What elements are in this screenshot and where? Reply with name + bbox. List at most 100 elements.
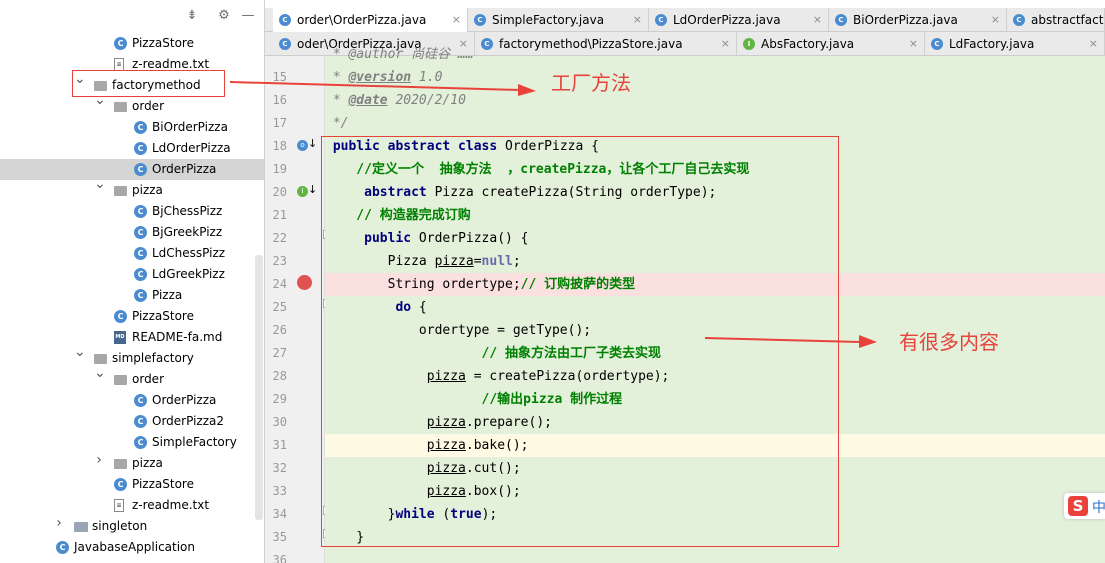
- tree-item-ldgreekpizz[interactable]: C LdGreekPizz: [0, 264, 264, 285]
- line-number: 32: [272, 461, 287, 475]
- tree-item-label: OrderPizza: [152, 162, 217, 176]
- tree-item-javabaseapplication[interactable]: C JavabaseApplication: [0, 537, 264, 558]
- tree-item-pizzastore[interactable]: C PizzaStore: [0, 306, 264, 327]
- tab-row-1: Corder\OrderPizza.java × C SimpleFactory.ja…: [265, 8, 1105, 32]
- override-marker-icon[interactable]: o ↓: [297, 138, 317, 151]
- tree-item-label: README-fa.md: [132, 330, 223, 344]
- close-icon[interactable]: ×: [991, 8, 1000, 32]
- tree-item-label: BjChessPizz: [152, 204, 223, 218]
- line-number: 29: [272, 392, 287, 406]
- tree-item-label: singleton: [92, 519, 148, 533]
- code-line-14: * @author 尚硅谷 ……: [325, 43, 1105, 66]
- arrow-annotation-icon: [705, 335, 877, 348]
- class-icon: C: [279, 38, 291, 50]
- tree-item-label: OrderPizza2: [152, 414, 224, 428]
- tree-item-label: PizzaStore: [132, 309, 194, 323]
- tree-item-simplefactory[interactable]: ⌄ simplefactory: [0, 345, 264, 369]
- class-icon: C: [134, 247, 147, 260]
- class-icon: C: [114, 37, 127, 50]
- class-icon: C: [134, 226, 147, 239]
- tree-item-orderpizza[interactable]: C OrderPizza: [0, 390, 264, 411]
- line-number: 18: [272, 139, 287, 153]
- class-icon: C: [134, 289, 147, 302]
- tree-item-biorderpizza[interactable]: C BiOrderPizza: [0, 117, 264, 138]
- close-icon[interactable]: ×: [813, 8, 822, 32]
- text-file-icon: ≡: [114, 499, 124, 512]
- class-icon: C: [835, 14, 847, 26]
- class-icon: C: [134, 163, 147, 176]
- chevron-down-icon[interactable]: ⌄: [94, 177, 106, 191]
- line-number: 25: [272, 300, 287, 314]
- javadoc-end: */: [325, 116, 349, 131]
- ime-toolbar[interactable]: S 中: [1064, 493, 1105, 519]
- tree-item-label: order: [132, 99, 164, 113]
- tree-item-ldorderpizza[interactable]: C LdOrderPizza: [0, 138, 264, 159]
- line-number: 28: [272, 369, 287, 383]
- chevron-right-icon[interactable]: ›: [94, 453, 104, 467]
- tree-item-simplefactory[interactable]: C SimpleFactory: [0, 432, 264, 453]
- package-icon: [114, 375, 127, 385]
- tree-item-orderpizza2[interactable]: C OrderPizza2: [0, 411, 264, 432]
- line-number: 20: [272, 185, 287, 199]
- close-icon[interactable]: ×: [452, 8, 461, 32]
- arrow-annotation-icon: [230, 81, 536, 96]
- tree-item-readme-fa-md[interactable]: MD README-fa.md: [0, 327, 264, 348]
- tab-label: abstractfact: [1031, 13, 1104, 27]
- chevron-right-icon[interactable]: ›: [54, 516, 64, 530]
- line-number: 19: [272, 162, 287, 176]
- tree-item-label: LdChessPizz: [152, 246, 226, 260]
- line-number: 31: [272, 438, 287, 452]
- tree-item-bjgreekpizz[interactable]: C BjGreekPizz: [0, 222, 264, 243]
- folder-icon: [74, 522, 88, 532]
- ide-window: ⇟ ⚙ — C PizzaStore ≡ z-readme.txt ⌄ factoryme…: [0, 0, 1105, 563]
- highlight-box-factorymethod: [72, 70, 225, 97]
- hide-panel-icon[interactable]: —: [240, 8, 256, 24]
- implemented-marker-icon[interactable]: I ↓: [297, 184, 317, 197]
- tree-item-label: SimpleFactory: [152, 435, 237, 449]
- tree-item-label: PizzaStore: [132, 477, 194, 491]
- line-number: 17: [272, 116, 287, 130]
- tab-0[interactable]: Corder\OrderPizza.java ×: [273, 8, 468, 32]
- tab-label: order\OrderPizza.java: [297, 13, 427, 27]
- chevron-down-icon[interactable]: ⌄: [94, 366, 106, 380]
- tree-item-singleton[interactable]: › singleton: [0, 516, 264, 537]
- tree-item-bjchesspizz[interactable]: C BjChessPizz: [0, 201, 264, 222]
- tree-item-pizza[interactable]: › pizza: [0, 453, 264, 474]
- breakpoint-icon[interactable]: [297, 275, 312, 294]
- tab-3[interactable]: C BiOrderPizza.java ×: [829, 8, 1007, 32]
- tab-label: BiOrderPizza.java: [853, 13, 958, 27]
- project-scrollbar[interactable]: [255, 255, 263, 520]
- tree-item-z-readme-txt[interactable]: ≡ z-readme.txt: [0, 495, 264, 516]
- tab-label: SimpleFactory.java: [492, 13, 605, 27]
- collapse-all-icon[interactable]: ⇟: [184, 8, 200, 24]
- tab-2[interactable]: C LdOrderPizza.java ×: [649, 8, 829, 32]
- tab-1[interactable]: C SimpleFactory.java ×: [468, 8, 649, 32]
- tab-4[interactable]: Cabstractfact: [1007, 8, 1105, 32]
- tree-item-label: LdGreekPizz: [152, 267, 225, 281]
- tree-item-label: Pizza: [152, 288, 183, 302]
- tree-item-order[interactable]: ⌄ order: [0, 93, 264, 117]
- class-icon: C: [114, 478, 127, 491]
- tree-item-pizza[interactable]: ⌄ pizza: [0, 177, 264, 201]
- class-icon: C: [134, 268, 147, 281]
- line-number: 35: [272, 530, 287, 544]
- line-number: 30: [272, 415, 287, 429]
- tree-item-order[interactable]: ⌄ order: [0, 366, 264, 390]
- tree-item-ldchesspizz[interactable]: C LdChessPizz: [0, 243, 264, 264]
- line-number: 23: [272, 254, 287, 268]
- tree-item-label: BjGreekPizz: [152, 225, 223, 239]
- tree-item-pizzastore[interactable]: C PizzaStore: [0, 33, 264, 54]
- tree-item-label: LdOrderPizza: [152, 141, 231, 155]
- class-icon: C: [474, 14, 486, 26]
- tree-item-pizza[interactable]: C Pizza: [0, 285, 264, 306]
- tree-item-pizzastore[interactable]: C PizzaStore: [0, 474, 264, 495]
- tree-item-label: pizza: [132, 183, 163, 197]
- tree-item-orderpizza[interactable]: C OrderPizza: [0, 159, 264, 180]
- chevron-down-icon[interactable]: ⌄: [74, 345, 86, 359]
- gear-icon[interactable]: ⚙: [216, 8, 232, 24]
- markdown-file-icon: MD: [114, 331, 126, 344]
- tree-item-label: z-readme.txt: [132, 498, 210, 512]
- app-class-icon: C: [56, 541, 69, 554]
- project-toolbar: ⇟ ⚙ —: [0, 0, 264, 32]
- close-icon[interactable]: ×: [633, 8, 642, 32]
